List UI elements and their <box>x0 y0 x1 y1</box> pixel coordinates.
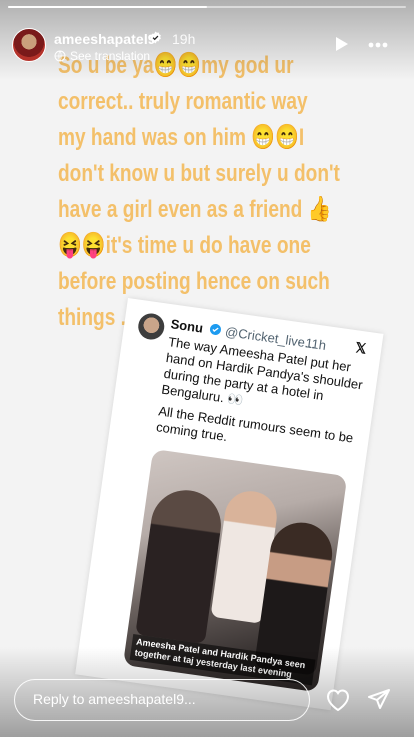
story-viewer: So u be ya😁😁my god ur correct.. truly ro… <box>0 0 414 737</box>
tweet-author-name: Sonu <box>169 316 205 336</box>
verified-badge-icon <box>150 31 161 44</box>
reply-input[interactable]: Reply to ameeshapatel9... <box>14 679 310 721</box>
play-icon[interactable] <box>335 36 349 52</box>
story-progress-fill <box>8 6 207 8</box>
tweet-time: · 11h <box>296 334 328 353</box>
story-time: 19h <box>172 31 196 47</box>
like-heart-icon[interactable] <box>325 688 351 712</box>
profile-username[interactable]: ameeshapatel9 <box>54 31 156 47</box>
send-icon[interactable] <box>367 687 391 711</box>
more-options-icon[interactable] <box>368 42 388 48</box>
story-progress-bar <box>8 6 406 8</box>
translate-icon <box>54 50 66 62</box>
tweet-verified-icon <box>209 323 221 335</box>
profile-avatar[interactable] <box>12 28 46 62</box>
see-translation-button[interactable]: See translation <box>54 49 150 63</box>
photo-person <box>135 485 226 645</box>
x-logo-icon: 𝕏 <box>354 339 368 357</box>
story-caption-text: So u be ya😁😁my god ur correct.. truly ro… <box>58 52 340 331</box>
see-translation-label: See translation <box>70 49 151 63</box>
tweet-author-avatar <box>136 311 166 342</box>
